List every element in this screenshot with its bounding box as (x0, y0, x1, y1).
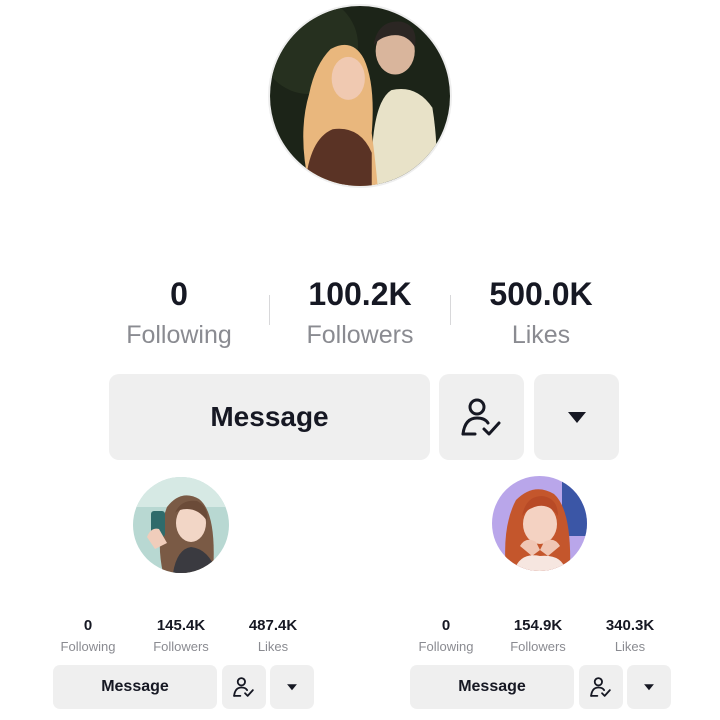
caret-down-icon (644, 684, 654, 691)
message-button-label: Message (458, 678, 526, 695)
person-check-icon (233, 677, 254, 697)
more-options-button[interactable] (534, 374, 619, 460)
stat-following[interactable]: 0 Following (50, 617, 126, 655)
likes-label: Likes (257, 639, 289, 654)
left-profile-avatar[interactable] (133, 477, 229, 573)
stat-likes[interactable]: 487.4K Likes (233, 617, 313, 655)
message-button[interactable]: Message (109, 374, 430, 460)
girl-selfie-photo-image (133, 477, 229, 573)
stat-followers[interactable]: 154.9K Followers (498, 617, 578, 655)
likes-count: 500.0K (489, 276, 593, 312)
message-button-label: Message (210, 401, 329, 432)
person-check-icon (461, 398, 500, 436)
more-options-button[interactable] (270, 665, 314, 709)
stat-followers[interactable]: 100.2K Followers (290, 276, 430, 350)
followers-label: Followers (306, 321, 414, 349)
followers-count: 154.9K (513, 617, 563, 634)
profiles-collage: 0 Following 100.2K Followers 500.0K Like… (0, 0, 720, 720)
likes-label: Likes (511, 321, 571, 349)
stat-likes[interactable]: 340.3K Likes (590, 617, 670, 655)
stat-following[interactable]: 0 Following (408, 617, 484, 655)
caret-down-icon (287, 684, 297, 691)
followers-count: 100.2K (308, 276, 412, 312)
main-profile-avatar[interactable] (268, 4, 452, 188)
stat-followers[interactable]: 145.4K Followers (141, 617, 221, 655)
stats-divider (269, 295, 270, 325)
followers-label: Followers (510, 639, 566, 654)
right-profile-avatar[interactable] (492, 476, 587, 571)
friends-button[interactable] (222, 665, 266, 709)
following-label: Following (60, 639, 116, 654)
friends-button[interactable] (579, 665, 623, 709)
person-check-icon (590, 677, 611, 697)
likes-label: Likes (614, 639, 646, 654)
following-label: Following (418, 639, 474, 654)
more-options-button[interactable] (627, 665, 671, 709)
stat-likes[interactable]: 500.0K Likes (471, 276, 611, 350)
message-button[interactable]: Message (410, 665, 574, 709)
couple-photo-image (270, 6, 450, 186)
stat-following[interactable]: 0 Following (119, 276, 239, 350)
following-label: Following (126, 321, 232, 349)
likes-count: 340.3K (605, 617, 655, 634)
followers-count: 145.4K (156, 617, 206, 634)
stats-divider (450, 295, 451, 325)
likes-count: 487.4K (248, 617, 298, 634)
caret-down-icon (567, 412, 586, 423)
girl-portrait-photo-image (492, 476, 587, 571)
message-button[interactable]: Message (53, 665, 217, 709)
friends-button[interactable] (439, 374, 524, 460)
following-count: 0 (83, 617, 93, 634)
following-count: 0 (170, 276, 188, 312)
message-button-label: Message (101, 678, 169, 695)
followers-label: Followers (153, 639, 209, 654)
following-count: 0 (441, 617, 451, 634)
